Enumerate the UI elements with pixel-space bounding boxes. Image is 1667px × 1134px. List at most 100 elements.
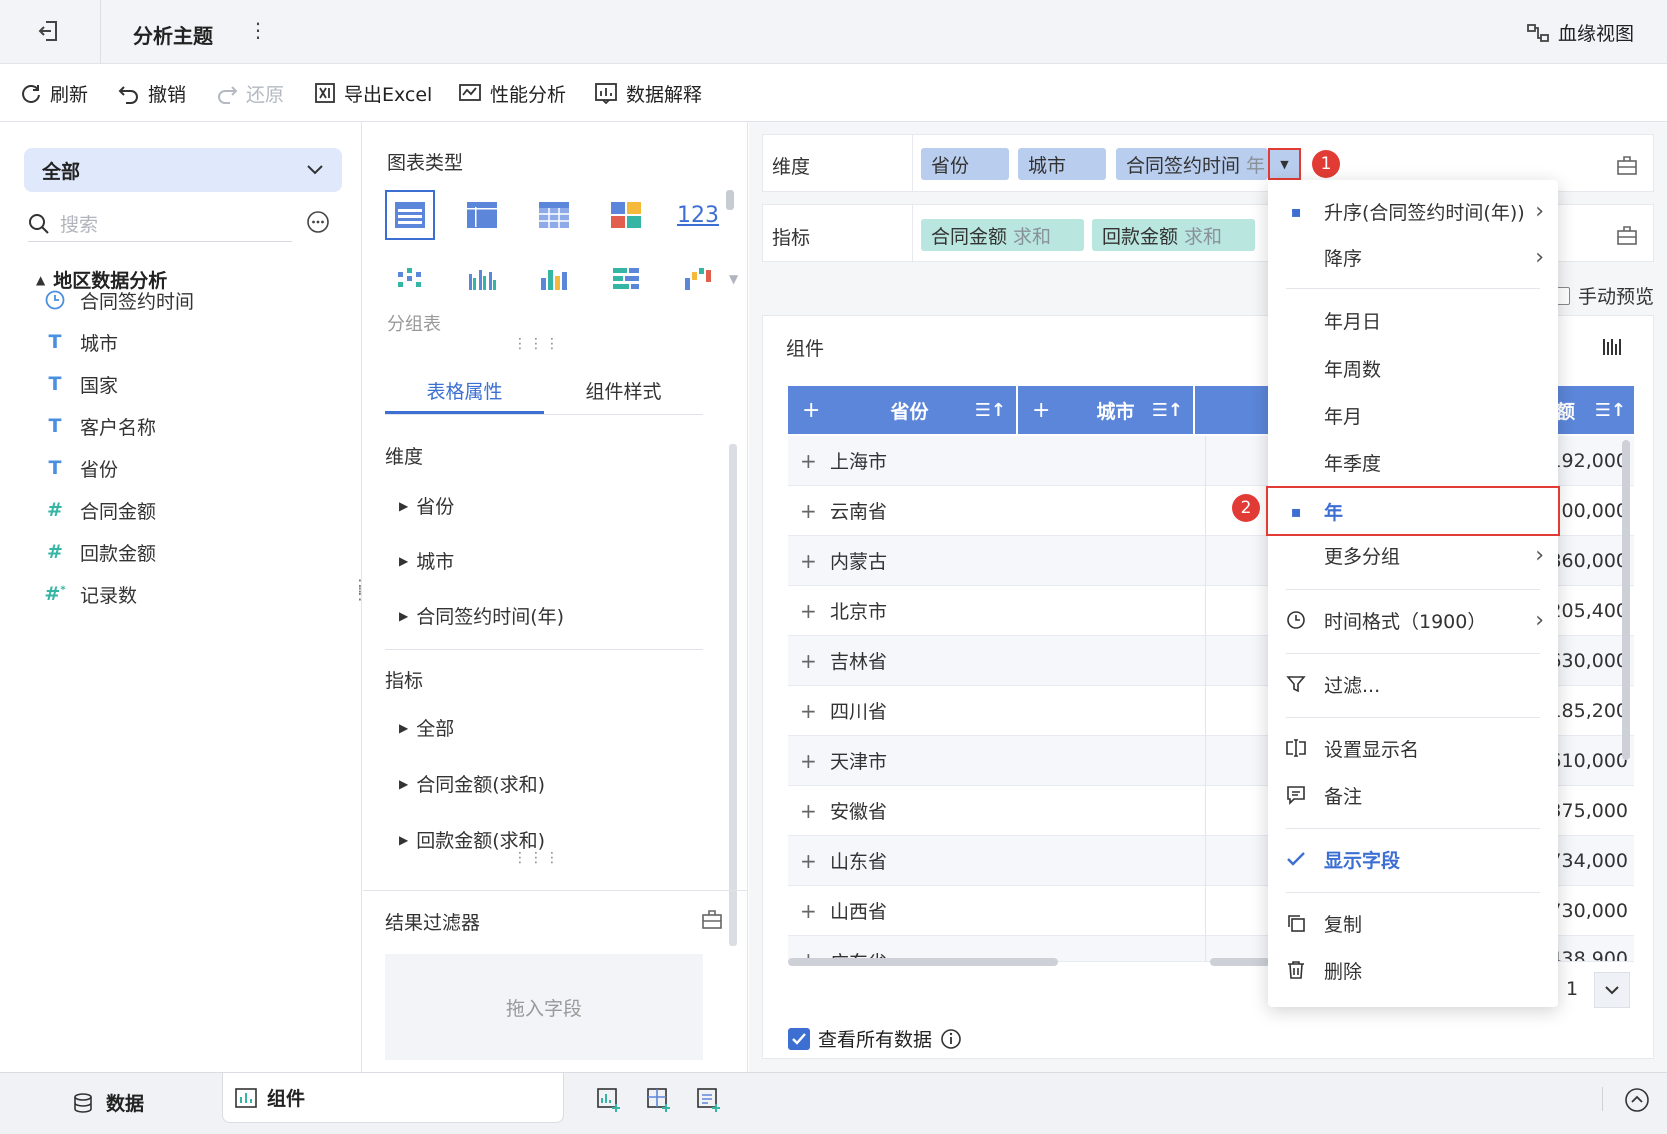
chart-type-column[interactable] [529, 254, 579, 304]
dimension-item-province[interactable]: ▶ 省份 [399, 492, 454, 519]
tab-component-style[interactable]: 组件样式 [544, 370, 703, 414]
menu-item-delete[interactable]: 删除 [1268, 948, 1558, 992]
field-record-count[interactable]: #* 记录数 [44, 578, 137, 610]
menu-item-display-name[interactable]: 设置显示名 [1268, 726, 1558, 770]
undo-button[interactable]: 撤销 [118, 79, 186, 107]
exit-button[interactable] [36, 18, 66, 46]
more-options-button[interactable]: ⋮ [248, 18, 268, 42]
filter-drop-zone[interactable]: 拖入字段 [385, 954, 703, 1060]
menu-item-more-grouping[interactable]: 更多分组 › [1268, 533, 1558, 577]
expand-plus-icon[interactable]: + [800, 599, 830, 623]
menu-item-copy[interactable]: 复制 [1268, 901, 1558, 945]
sort-icon[interactable]: ☰↑ [975, 400, 1006, 421]
dimension-item-city[interactable]: ▶ 城市 [399, 547, 454, 574]
more-actions-button[interactable] [306, 210, 330, 234]
properties-scrollbar[interactable] [729, 444, 737, 946]
chart-type-kpi[interactable]: 123 [673, 190, 723, 240]
chart-type-scatter-bar[interactable] [385, 254, 435, 304]
info-icon[interactable] [940, 1028, 962, 1050]
section-drag-handle[interactable]: ⋮⋮⋮ [513, 850, 561, 866]
manual-preview-checkbox[interactable]: 手动预览 [1552, 282, 1654, 309]
chart-type-group-table[interactable] [385, 190, 435, 240]
table-horizontal-scrollbar[interactable] [788, 958, 1058, 966]
field-customer-name[interactable]: T 客户名称 [44, 410, 157, 442]
column-header-amount[interactable]: 额 ☰↑ [1556, 386, 1634, 434]
menu-item-show-field[interactable]: 显示字段 [1268, 837, 1558, 881]
field-contract-date[interactable]: 合同签约时间 [44, 284, 194, 316]
menu-item-year-week[interactable]: 年周数 [1268, 346, 1558, 390]
export-excel-button[interactable]: 导出Excel [314, 79, 432, 107]
add-report-button[interactable] [696, 1087, 722, 1113]
field-payment-amount[interactable]: # 回款金额 [44, 536, 156, 568]
expand-plus-icon[interactable]: + [800, 549, 830, 573]
result-filter-settings-button[interactable] [701, 908, 723, 930]
chart-type-bar[interactable] [601, 254, 651, 304]
expand-plus-icon[interactable]: + [800, 849, 830, 873]
tab-component[interactable]: 组件 [222, 1073, 564, 1123]
menu-item-year-month[interactable]: 年月 [1268, 393, 1558, 437]
collapse-panel-button[interactable] [1624, 1087, 1650, 1113]
dimension-item-contract-year[interactable]: ▶ 合同签约时间(年) [399, 602, 564, 629]
performance-analysis-button[interactable]: 性能分析 [458, 79, 566, 107]
measure-item-all[interactable]: ▶ 全部 [399, 714, 454, 741]
expand-plus-icon[interactable]: + [800, 799, 830, 823]
field-province[interactable]: T 省份 [44, 452, 119, 484]
chart-type-cross-table[interactable] [529, 190, 579, 240]
field-contract-amount[interactable]: # 合同金额 [44, 494, 156, 526]
chart-type-waterfall[interactable] [673, 254, 723, 304]
expand-plus-icon[interactable]: + [800, 899, 830, 923]
dimension-settings-button[interactable] [1616, 154, 1638, 176]
expand-plus-icon[interactable]: + [800, 699, 830, 723]
sort-icon[interactable]: ☰↑ [1595, 400, 1626, 421]
chart-type-detail-table[interactable] [457, 190, 507, 240]
menu-item-year-month-day[interactable]: 年月日 [1268, 298, 1558, 342]
measure-pill-payment-amount[interactable]: 回款金额 求和 [1092, 219, 1255, 251]
search-box[interactable]: 搜索 [28, 206, 292, 242]
dimension-pill-city[interactable]: 城市 [1018, 148, 1106, 180]
chart-type-scrollbar[interactable] [726, 190, 734, 210]
expand-plus-icon[interactable]: + [800, 649, 830, 673]
redo-button[interactable]: 还原 [216, 79, 284, 107]
dimension-pill-province[interactable]: 省份 [921, 148, 1009, 180]
menu-item-descending[interactable]: 降序 › [1268, 235, 1558, 279]
refresh-button[interactable]: 刷新 [20, 79, 88, 107]
page-number[interactable]: 1 [1566, 978, 1578, 1000]
expand-plus-icon[interactable]: + [800, 449, 830, 473]
chart-type-grouped-bar[interactable] [457, 254, 507, 304]
expand-plus-icon[interactable]: + [800, 499, 830, 523]
data-explain-button[interactable]: 数据解释 [594, 79, 702, 107]
menu-item-note[interactable]: 备注 [1268, 773, 1558, 817]
menu-item-time-format[interactable]: 时间格式（1900） › [1268, 598, 1558, 642]
search-input[interactable]: 搜索 [60, 210, 98, 237]
tab-table-properties[interactable]: 表格属性 [385, 370, 544, 414]
add-dashboard-button[interactable] [646, 1087, 672, 1113]
expand-plus-icon[interactable]: + [800, 749, 830, 773]
measure-item-contract-amount[interactable]: ▶ 合同金额(求和) [399, 770, 545, 797]
measure-item-payment-amount[interactable]: ▶ 回款金额(求和) [399, 826, 545, 853]
field-city[interactable]: T 城市 [44, 326, 119, 358]
column-header-city[interactable]: + 城市 ☰↑ [1018, 386, 1193, 434]
lineage-view-button[interactable]: 血缘视图 [1526, 19, 1634, 46]
dimension-pill-dropdown-button[interactable]: ▼ [1268, 148, 1301, 180]
component-chart-button[interactable] [1602, 336, 1624, 358]
tab-data[interactable]: 数据 [72, 1089, 144, 1116]
page-select-button[interactable] [1594, 972, 1630, 1008]
dimension-pill-contract-date[interactable]: 合同签约时间年 [1116, 148, 1268, 180]
view-all-data-checkbox[interactable]: 查看所有数据 [788, 1025, 962, 1052]
dataset-selector[interactable]: 全部 [24, 148, 342, 192]
section-drag-handle[interactable]: ⋮⋮⋮ [513, 336, 561, 352]
column-header-province[interactable]: + 省份 ☰↑ [788, 386, 1016, 434]
menu-item-year-quarter[interactable]: 年季度 [1268, 440, 1558, 484]
menu-item-filter[interactable]: 过滤... [1268, 662, 1558, 706]
add-component-button[interactable] [596, 1087, 622, 1113]
chart-type-dashboard[interactable] [601, 190, 651, 240]
field-country[interactable]: T 国家 [44, 368, 119, 400]
measure-pill-contract-amount[interactable]: 合同金额 求和 [921, 219, 1084, 251]
menu-item-ascending[interactable]: ▪ 升序(合同签约时间(年)) › [1268, 189, 1558, 233]
table-vertical-scrollbar[interactable] [1622, 440, 1630, 760]
menu-item-year[interactable]: ▪ 年 [1266, 486, 1560, 536]
table-horizontal-scrollbar-2[interactable] [1210, 958, 1270, 966]
measure-settings-button[interactable] [1616, 224, 1638, 246]
scroll-down-arrow[interactable]: ▼ [729, 272, 738, 286]
sort-icon[interactable]: ☰↑ [1152, 400, 1183, 421]
